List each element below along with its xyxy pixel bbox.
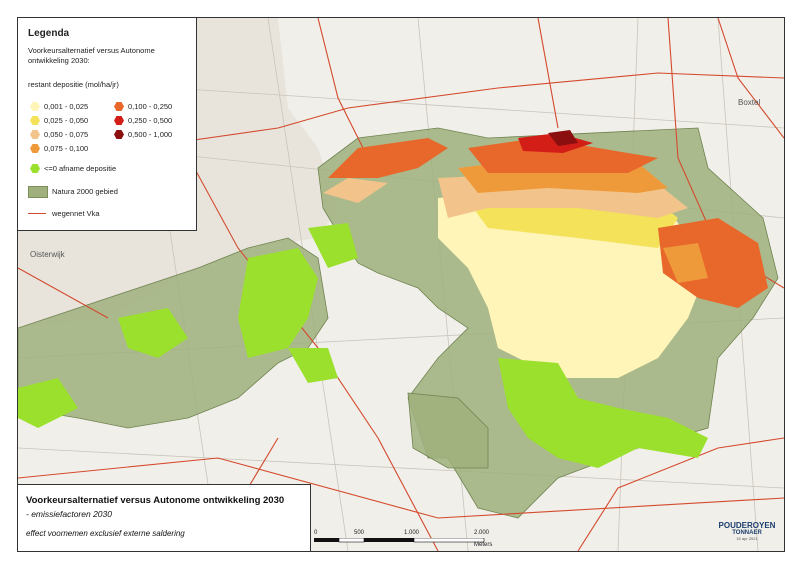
legend-swatch-7 xyxy=(114,130,124,139)
logo-date: 15 apr 2021 xyxy=(736,536,758,541)
legend-label-wegennet: wegennet Vka xyxy=(52,209,100,218)
legend-swatch-6 xyxy=(114,116,124,125)
scale-bar: 0 500 1.000 2.000 Meters xyxy=(314,530,504,548)
logo-name: POUDEROYEN xyxy=(718,521,776,530)
legend-swatch-afname xyxy=(30,164,40,173)
legend-label-5: 0,100 - 0,250 xyxy=(128,102,173,111)
legend-swatch-4 xyxy=(30,144,40,153)
town-label-boxtel: Boxtel xyxy=(738,98,761,107)
legend-swatch-natura xyxy=(28,186,48,198)
legend-swatch-5 xyxy=(114,102,124,111)
legend-swatch-2 xyxy=(30,116,40,125)
legend-label-6: 0,250 - 0,500 xyxy=(128,116,173,125)
legend-label-3: 0,050 - 0,075 xyxy=(44,130,89,139)
legend-label-1: 0,001 - 0,025 xyxy=(44,102,89,111)
legend-label-2: 0,025 - 0,050 xyxy=(44,116,89,125)
legend-range-title: restant depositie (mol/ha/jr) xyxy=(28,80,119,89)
scale-tick-2000: 2.000 xyxy=(474,530,490,536)
scale-unit: Meters xyxy=(474,542,493,548)
map-page: Oisterwijk Boxtel Legenda Voorkeursalter… xyxy=(0,0,808,566)
legend-swatch-3 xyxy=(30,130,40,139)
cells-afname-mid xyxy=(288,348,338,383)
scale-tick-0: 0 xyxy=(314,530,318,536)
title-block: Voorkeursalternatief versus Autonome ont… xyxy=(18,484,311,551)
town-label-oisterwijk: Oisterwijk xyxy=(30,250,65,259)
legend-swatch-wegennet xyxy=(28,213,46,214)
map-subtitle: - emissiefactoren 2030 xyxy=(26,509,112,519)
company-logo: POUDEROYEN TONNAER 15 apr 2021 xyxy=(716,521,778,547)
map-note: effect voornemen exclusief externe salde… xyxy=(26,529,185,538)
legend-label-7: 0,500 - 1,000 xyxy=(128,130,173,139)
legend-subtitle: Voorkeursalternatief versus Autonome ont… xyxy=(28,46,155,65)
scale-tick-500: 500 xyxy=(354,530,365,536)
map-frame: Oisterwijk Boxtel Legenda Voorkeursalter… xyxy=(17,17,785,552)
legend-panel: Legenda Voorkeursalternatief versus Auto… xyxy=(18,18,197,231)
legend-title: Legenda xyxy=(28,28,70,39)
legend-label-4: 0,075 - 0,100 xyxy=(44,144,89,153)
legend-swatch-1 xyxy=(30,102,40,111)
scale-tick-1000: 1.000 xyxy=(404,530,420,536)
legend-label-natura: Natura 2000 gebied xyxy=(52,187,118,196)
map-title: Voorkeursalternatief versus Autonome ont… xyxy=(26,495,285,506)
legend-label-afname: <=0 afname depositie xyxy=(44,164,117,173)
